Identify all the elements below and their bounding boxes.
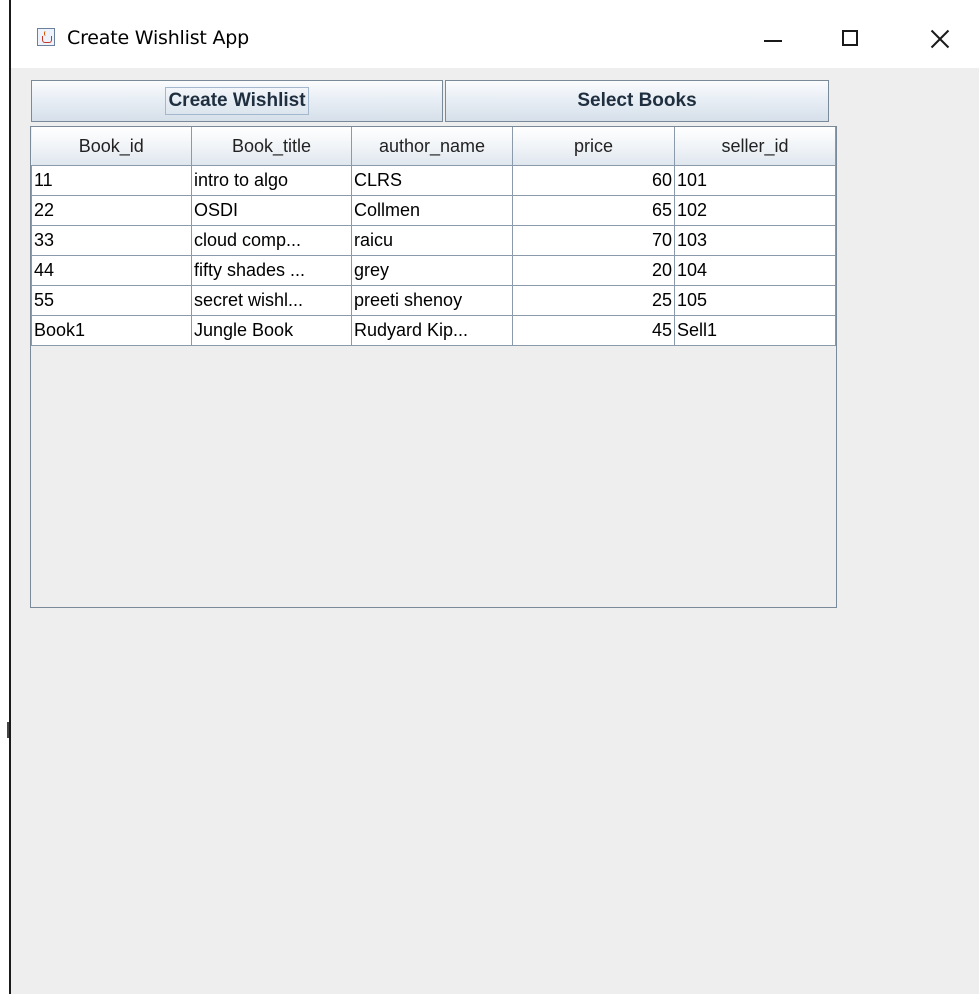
select-books-button[interactable]: Select Books [445, 80, 829, 122]
table-row[interactable]: 22 OSDI Collmen 65 102 [31, 195, 836, 226]
cell-book-title[interactable]: Jungle Book [191, 315, 352, 346]
cell-book-title[interactable]: fifty shades ... [191, 255, 352, 286]
cell-seller-id[interactable]: 103 [674, 225, 836, 256]
maximize-button[interactable] [828, 20, 872, 56]
column-header-book-title[interactable]: Book_title [191, 127, 352, 166]
cell-author-name[interactable]: raicu [351, 225, 513, 256]
table-row[interactable]: Book1 Jungle Book Rudyard Kip... 45 Sell… [31, 315, 836, 346]
cell-price[interactable]: 65 [512, 195, 675, 226]
app-window: Create Wishlist App Create Wishlist Sele… [9, 0, 979, 994]
cell-author-name[interactable]: Rudyard Kip... [351, 315, 513, 346]
cell-book-id[interactable]: 44 [31, 255, 192, 286]
resize-grip[interactable] [7, 722, 9, 738]
cell-price[interactable]: 45 [512, 315, 675, 346]
cell-book-title[interactable]: secret wishl... [191, 285, 352, 316]
title-bar[interactable]: Create Wishlist App [11, 0, 979, 68]
cell-seller-id[interactable]: 104 [674, 255, 836, 286]
cell-book-title[interactable]: OSDI [191, 195, 352, 226]
column-header-book-id[interactable]: Book_id [31, 127, 192, 166]
create-wishlist-button[interactable]: Create Wishlist [31, 80, 443, 122]
cell-price[interactable]: 70 [512, 225, 675, 256]
table-row[interactable]: 44 fifty shades ... grey 20 104 [31, 255, 836, 286]
cell-price[interactable]: 20 [512, 255, 675, 286]
cell-price[interactable]: 60 [512, 165, 675, 196]
cell-seller-id[interactable]: 105 [674, 285, 836, 316]
cell-book-id[interactable]: 22 [31, 195, 192, 226]
table-row[interactable]: 33 cloud comp... raicu 70 103 [31, 225, 836, 256]
cell-author-name[interactable]: Collmen [351, 195, 513, 226]
column-header-author-name[interactable]: author_name [351, 127, 513, 166]
maximize-icon [842, 30, 858, 46]
cell-price[interactable]: 25 [512, 285, 675, 316]
cell-author-name[interactable]: CLRS [351, 165, 513, 196]
minimize-icon [764, 40, 782, 42]
books-table-scrollpane[interactable]: Book_id Book_title author_name price sel… [30, 126, 837, 608]
cell-book-id[interactable]: 33 [31, 225, 192, 256]
column-header-seller-id[interactable]: seller_id [674, 127, 836, 166]
minimize-button[interactable] [752, 20, 796, 56]
cell-book-id[interactable]: Book1 [31, 315, 192, 346]
cell-seller-id[interactable]: Sell1 [674, 315, 836, 346]
close-button[interactable] [917, 20, 961, 56]
cell-book-title[interactable]: cloud comp... [191, 225, 352, 256]
cell-seller-id[interactable]: 102 [674, 195, 836, 226]
table-header-row: Book_id Book_title author_name price sel… [31, 127, 836, 166]
cell-seller-id[interactable]: 101 [674, 165, 836, 196]
column-header-price[interactable]: price [512, 127, 675, 166]
window-title: Create Wishlist App [67, 27, 250, 49]
cell-author-name[interactable]: grey [351, 255, 513, 286]
cell-author-name[interactable]: preeti shenoy [351, 285, 513, 316]
create-wishlist-label: Create Wishlist [165, 87, 309, 115]
java-cup-icon [37, 28, 55, 46]
cell-book-title[interactable]: intro to algo [191, 165, 352, 196]
table-row[interactable]: 11 intro to algo CLRS 60 101 [31, 165, 836, 196]
cell-book-id[interactable]: 11 [31, 165, 192, 196]
cell-book-id[interactable]: 55 [31, 285, 192, 316]
table-row[interactable]: 55 secret wishl... preeti shenoy 25 105 [31, 285, 836, 316]
books-table[interactable]: Book_id Book_title author_name price sel… [31, 127, 836, 346]
